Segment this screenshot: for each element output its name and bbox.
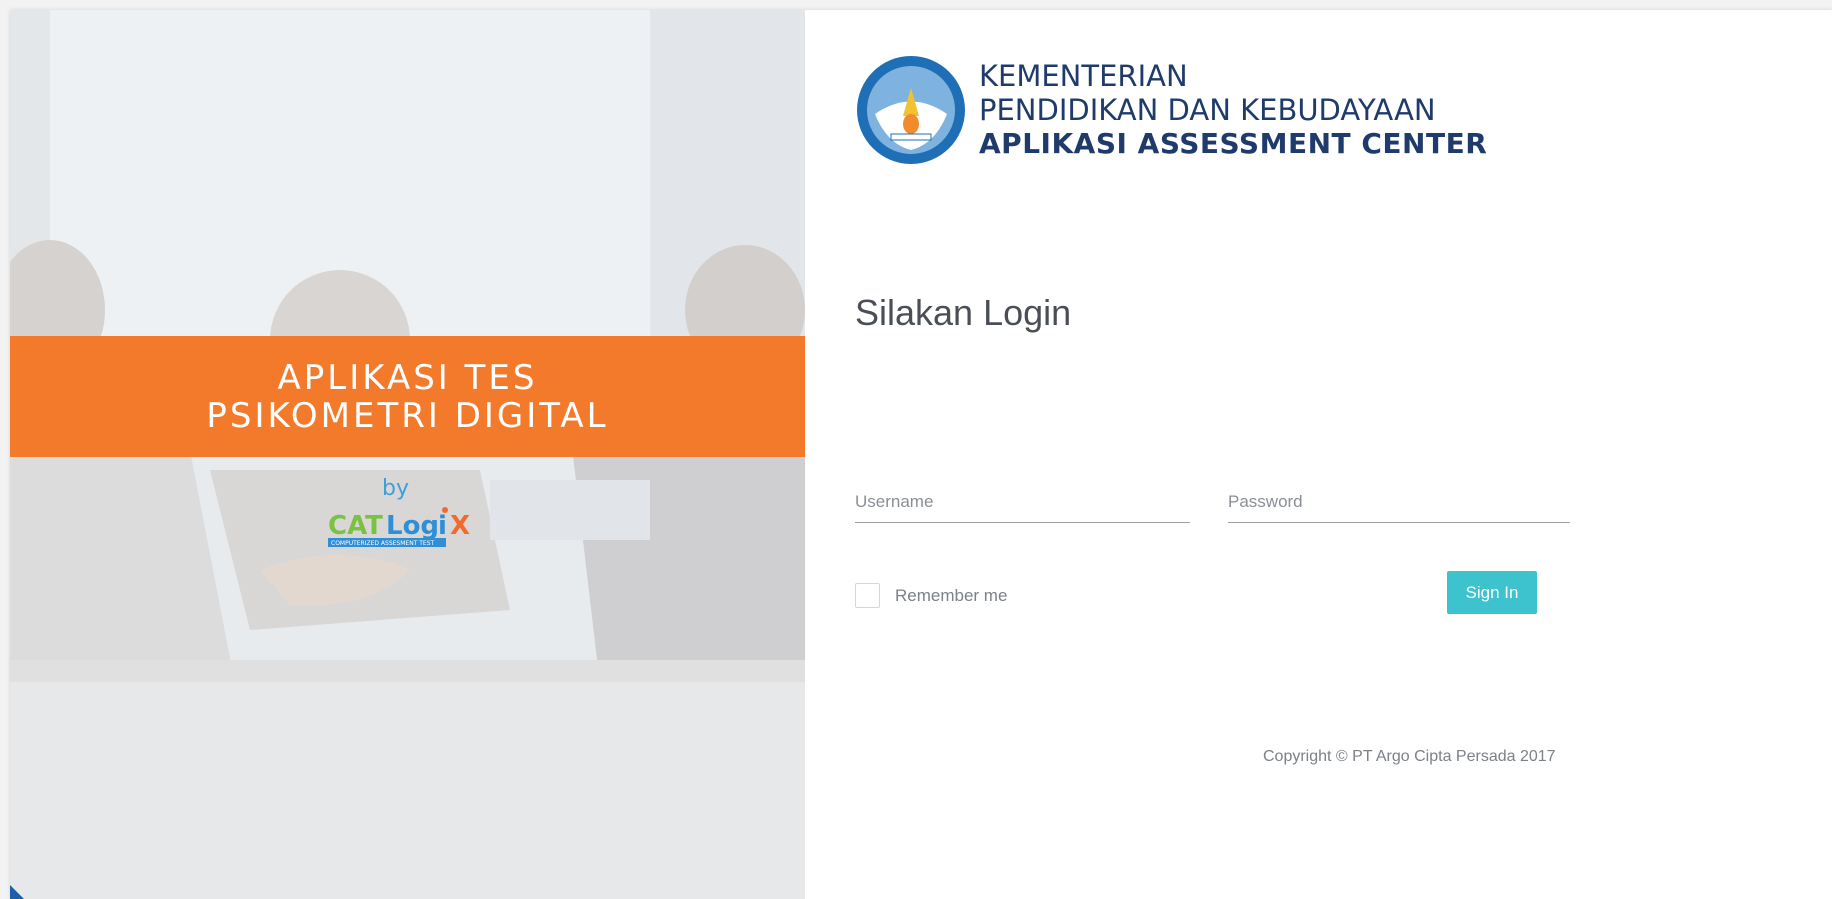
login-page: APLIKASI TES PSIKOMETRI DIGITAL by CAT L… bbox=[0, 0, 1832, 899]
login-panel: KEMENTERIAN PENDIDIKAN DAN KEBUDAYAAN AP… bbox=[805, 10, 1832, 899]
login-title: Silakan Login bbox=[855, 292, 1072, 333]
svg-text:COMPUTERIZED ASSESMENT TEST: COMPUTERIZED ASSESMENT TEST bbox=[331, 540, 435, 547]
remember-me-checkbox[interactable] bbox=[855, 583, 880, 608]
catlogix-logo: CAT Log i X COMPUTERIZED ASSESMENT TEST bbox=[328, 507, 470, 547]
hero-panel: APLIKASI TES PSIKOMETRI DIGITAL by CAT L… bbox=[10, 10, 805, 899]
svg-text:Log: Log bbox=[386, 511, 439, 541]
banner-title-line-2: PSIKOMETRI DIGITAL bbox=[206, 395, 609, 436]
app-name: APLIKASI ASSESSMENT CENTER bbox=[979, 127, 1488, 160]
password-field bbox=[1228, 492, 1570, 523]
svg-text:i: i bbox=[438, 511, 447, 541]
banner-title-line-1: APLIKASI TES bbox=[277, 357, 538, 398]
corner-arrow-icon bbox=[10, 885, 24, 899]
login-card: APLIKASI TES PSIKOMETRI DIGITAL by CAT L… bbox=[10, 10, 1832, 899]
hero-banner: APLIKASI TES PSIKOMETRI DIGITAL bbox=[10, 336, 805, 457]
remember-me-label[interactable]: Remember me bbox=[895, 586, 1007, 606]
ministry-name-line-2: PENDIDIKAN DAN KEBUDAYAAN bbox=[979, 93, 1436, 127]
remember-me: Remember me bbox=[855, 583, 1007, 608]
sign-in-button[interactable]: Sign In bbox=[1447, 571, 1537, 614]
svg-text:CAT: CAT bbox=[328, 511, 383, 541]
ministry-header: KEMENTERIAN PENDIDIKAN DAN KEBUDAYAAN AP… bbox=[855, 54, 1487, 166]
username-input[interactable] bbox=[855, 492, 1190, 512]
tut-wuri-handayani-emblem bbox=[857, 56, 965, 164]
ministry-name-line-1: KEMENTERIAN bbox=[979, 59, 1188, 93]
copyright-text: Copyright © PT Argo Cipta Persada 2017 bbox=[1263, 748, 1556, 765]
svg-text:X: X bbox=[450, 511, 470, 541]
password-input[interactable] bbox=[1228, 492, 1570, 512]
by-label: by bbox=[382, 476, 409, 501]
username-field bbox=[855, 492, 1190, 523]
